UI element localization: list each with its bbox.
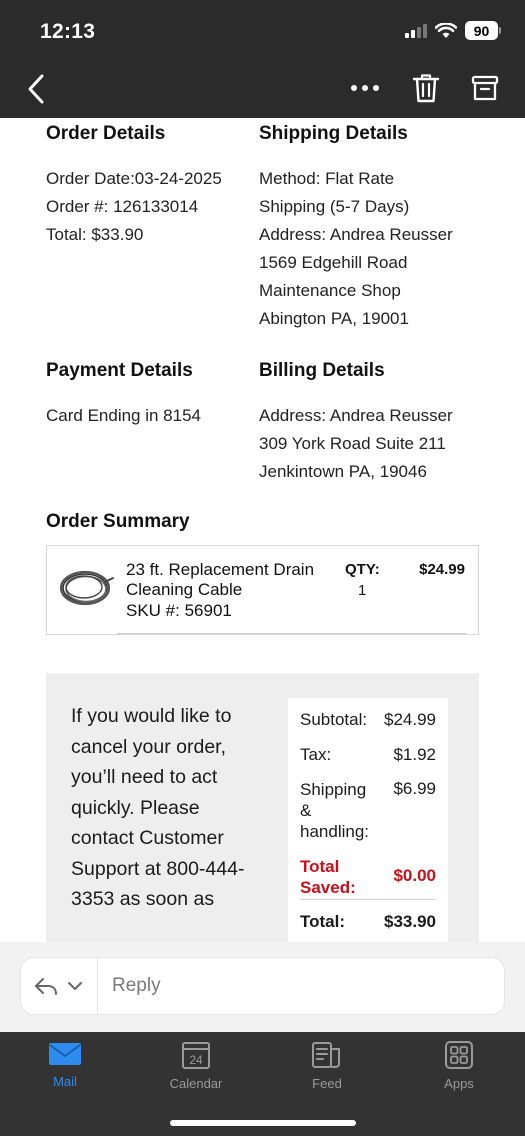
reply-icon[interactable] <box>33 974 59 998</box>
payment-line: Card Ending in 8154 <box>46 406 202 425</box>
shipping-details-heading: Shipping Details <box>259 123 408 144</box>
grand-total-row: Total: $33.90 <box>300 912 436 936</box>
billing-line: Jenkintown PA, 19046 <box>259 462 427 481</box>
billing-details-section: Billing Details Address: Andrea Reusser … <box>259 359 479 486</box>
billing-line: 309 York Road Suite 211 <box>259 434 446 453</box>
home-indicator <box>170 1120 356 1126</box>
order-date: Order Date:03-24-2025 <box>46 169 222 188</box>
subtotal-row: Subtotal: $24.99 <box>300 710 436 734</box>
wifi-icon <box>435 22 457 38</box>
reply-input[interactable]: Reply <box>112 975 161 997</box>
billing-line: Address: Andrea Reusser <box>259 406 453 425</box>
status-time: 12:13 <box>40 20 96 43</box>
total-saved-row: Total Saved: $0.00 <box>300 856 436 898</box>
total-saved-value: $0.00 <box>393 866 436 885</box>
billing-details-heading: Billing Details <box>259 360 385 381</box>
grand-total-value: $33.90 <box>384 912 436 931</box>
archive-icon[interactable] <box>470 74 500 102</box>
grand-total-label: Total: <box>300 912 346 931</box>
shipping-line: Shipping (5-7 Days) <box>259 197 410 216</box>
battery-icon: 90 <box>465 21 501 40</box>
reply-box[interactable]: Reply <box>20 957 505 1015</box>
product-name[interactable]: 23 ft. Replacement Drain Cleaning Cable <box>126 560 331 600</box>
drain-cable-image <box>59 570 114 606</box>
calendar-icon: 24 <box>182 1042 210 1069</box>
shipping-line: Maintenance Shop <box>259 281 401 300</box>
shipping-details-section: Shipping Details Method: Flat Rate Shipp… <box>259 122 479 333</box>
tab-mail-label: Mail <box>53 1074 77 1089</box>
shipping-line: Abington PA, 19001 <box>259 309 409 328</box>
shipping-handling-value: $6.99 <box>393 779 436 798</box>
subtotal-label: Subtotal: <box>300 710 368 729</box>
payment-details-heading: Payment Details <box>46 360 193 381</box>
cancel-and-totals-panel: If you would like to cancel your order, … <box>46 673 479 942</box>
tax-label: Tax: <box>300 745 332 764</box>
bottom-tab-bar: Mail 24 Calendar Feed Apps <box>0 1032 525 1136</box>
battery-level: 90 <box>465 21 498 40</box>
qty-label: QTY: <box>345 561 380 578</box>
signal-icon <box>405 23 427 38</box>
reply-options-button[interactable] <box>21 958 98 1014</box>
tab-calendar[interactable]: 24 Calendar <box>151 1040 241 1091</box>
more-icon[interactable] <box>348 78 382 98</box>
mail-icon <box>49 1043 81 1065</box>
product-sku: SKU #: 56901 <box>126 601 232 620</box>
order-total: Total: $33.90 <box>46 225 144 244</box>
top-bar: 12:13 90 <box>0 0 525 118</box>
chevron-left-icon[interactable] <box>22 70 52 108</box>
email-body[interactable]: Order Details Order Date:03-24-2025 Orde… <box>0 118 525 942</box>
tax-value: $1.92 <box>393 745 436 764</box>
totals-table: Subtotal: $24.99 Tax: $1.92 Shipping & h… <box>288 698 448 942</box>
item-price: $24.99 <box>419 561 465 578</box>
qty-value: 1 <box>358 582 367 599</box>
shipping-handling-label: Shipping & handling: <box>300 780 370 841</box>
order-item-card: 23 ft. Replacement Drain Cleaning Cable … <box>46 545 479 635</box>
tab-calendar-label: Calendar <box>169 1076 223 1091</box>
subtotal-value: $24.99 <box>384 710 436 729</box>
order-summary-heading: Order Summary <box>46 511 190 532</box>
reply-area: Reply <box>0 942 525 1032</box>
tax-row: Tax: $1.92 <box>300 745 436 769</box>
apps-icon <box>445 1041 473 1069</box>
calendar-day: 24 <box>189 1053 203 1067</box>
tab-apps[interactable]: Apps <box>414 1040 504 1091</box>
order-details-section: Order Details Order Date:03-24-2025 Orde… <box>46 122 266 249</box>
tab-feed-label: Feed <box>312 1076 342 1091</box>
chevron-down-icon[interactable] <box>66 979 84 993</box>
status-icons: 90 <box>405 21 501 40</box>
order-details-heading: Order Details <box>46 123 166 144</box>
cancel-notice: If you would like to cancel your order, … <box>71 705 245 910</box>
tab-feed[interactable]: Feed <box>282 1040 372 1091</box>
order-number: Order #: 126133014 <box>46 197 199 216</box>
tab-mail[interactable]: Mail <box>20 1040 110 1089</box>
shipping-row: Shipping & handling: $6.99 <box>300 779 436 845</box>
shipping-line: Address: Andrea Reusser <box>259 225 453 244</box>
order-summary-section: Order Summary <box>46 510 266 534</box>
shipping-line: Method: Flat Rate <box>259 169 395 188</box>
tab-apps-label: Apps <box>444 1076 474 1091</box>
feed-icon <box>312 1042 340 1068</box>
total-saved-label: Total Saved: <box>300 857 356 897</box>
shipping-line: 1569 Edgehill Road <box>259 253 408 272</box>
payment-details-section: Payment Details Card Ending in 8154 <box>46 359 266 430</box>
trash-icon[interactable] <box>411 72 441 104</box>
